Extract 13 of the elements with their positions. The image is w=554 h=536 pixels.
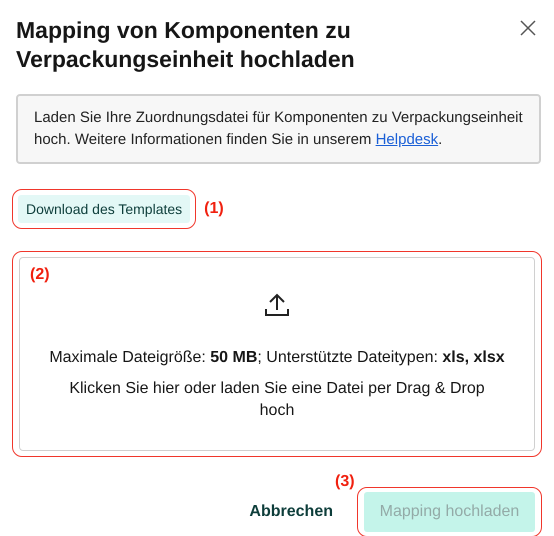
annotation-label: (2): [30, 266, 50, 284]
annotation-label: (1): [204, 200, 224, 218]
drop-zone[interactable]: (2) Maximale Dateigröße: 50 MB; Unterstützte Dateitypen: xls, xlsx Klicken Sie hier oder laden Sie eine Datei per Drag & Drop hoch: [19, 257, 535, 451]
dialog-title: Mapping von Komponenten zu Verpackungseinheit hochladen: [16, 16, 356, 74]
download-button[interactable]: Download des Templates: [18, 195, 190, 223]
drop-hint: Klicken Sie hier oder laden Sie eine Datei per Drag & Drop hoch: [68, 379, 486, 421]
close-icon[interactable]: [520, 20, 536, 36]
file-limits-text: Maximale Dateigröße: 50 MB; Unterstützte Dateitypen: xls, xlsx: [48, 348, 506, 368]
annotation-label: (3): [335, 473, 355, 491]
upload-icon: [264, 292, 290, 318]
helpdesk-link[interactable]: Helpdesk: [376, 131, 438, 148]
info-text: Laden Sie Ihre Zuordnungsdatei für Komponenten zu Verpackungseinheit hoch. Weitere Informationen finden Sie in unserem Helpdesk.: [16, 94, 541, 164]
cancel-button[interactable]: Abbrechen: [249, 503, 333, 521]
